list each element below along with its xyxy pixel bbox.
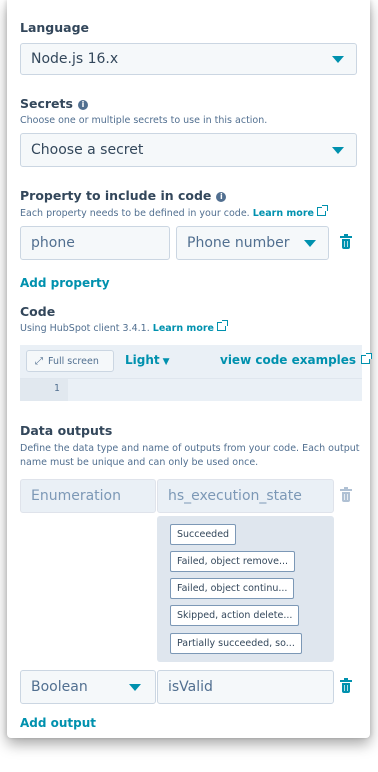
- language-select[interactable]: Node.js 16.x: [20, 43, 357, 75]
- info-icon[interactable]: i: [216, 192, 227, 202]
- output-name-value: hs_execution_state: [168, 488, 302, 504]
- output-name-input[interactable]: isValid: [157, 670, 334, 704]
- expand-icon: ⤢: [35, 355, 43, 367]
- chevron-down-icon: [304, 240, 316, 247]
- property-key-value: phone: [31, 235, 75, 251]
- secrets-help: Choose one or multiple secrets to use in…: [20, 115, 268, 126]
- external-link-icon: [216, 320, 228, 331]
- property-select-value: Phone number: [187, 235, 290, 251]
- code-label: Code: [20, 304, 56, 319]
- property-select[interactable]: Phone number: [176, 226, 329, 260]
- data-outputs-help: Define the data type and name of outputs…: [20, 442, 365, 470]
- view-code-examples-label: view code examples: [220, 353, 357, 367]
- view-code-examples-link[interactable]: view code examples: [220, 353, 373, 367]
- code-help: Using HubSpot client 3.4.1.: [20, 323, 150, 334]
- custom-code-action-panel: Language Node.js 16.x Secrets i Choose on…: [7, 0, 373, 738]
- secrets-label-row: Secrets i: [20, 96, 88, 111]
- external-link-icon: [316, 205, 328, 216]
- output-type-value: Boolean: [31, 679, 88, 695]
- code-help-row: Using HubSpot client 3.4.1. Learn more: [20, 320, 228, 334]
- theme-label: Light: [125, 353, 160, 367]
- external-link-icon: [361, 353, 373, 364]
- enum-option[interactable]: Skipped, action delete...: [170, 605, 300, 626]
- property-label: Property to include in code: [20, 188, 212, 203]
- enum-option[interactable]: Partially succeeded, so...: [170, 633, 302, 654]
- output-type-select[interactable]: Boolean: [20, 670, 156, 704]
- chevron-down-icon: [332, 147, 344, 154]
- fullscreen-button[interactable]: ⤢ Full screen: [26, 350, 114, 372]
- secrets-label: Secrets: [20, 96, 73, 111]
- line-number: 1: [54, 383, 60, 394]
- fullscreen-label: Full screen: [48, 355, 99, 367]
- caret-down-icon: ▼: [162, 357, 170, 367]
- data-outputs-label: Data outputs: [20, 423, 113, 438]
- secrets-select[interactable]: Choose a secret: [20, 133, 357, 167]
- property-help-row: Each property needs to be defined in you…: [20, 205, 328, 219]
- line-gutter: [20, 379, 68, 401]
- language-value: Node.js 16.x: [31, 51, 119, 67]
- property-learn-more-link[interactable]: Learn more: [253, 205, 328, 219]
- enum-option[interactable]: Failed, object continu...: [170, 578, 295, 599]
- output-name-value: isValid: [168, 679, 213, 695]
- chevron-down-icon: [129, 684, 141, 691]
- enum-option[interactable]: Failed, object remove...: [170, 551, 296, 572]
- property-help: Each property needs to be defined in you…: [20, 208, 250, 219]
- enum-option[interactable]: Succeeded: [170, 524, 237, 545]
- output-name-input[interactable]: hs_execution_state: [157, 479, 334, 513]
- output-type-value: Enumeration: [31, 488, 121, 504]
- delete-output-trash-icon[interactable]: [340, 678, 352, 693]
- data-outputs-help-line1: Define the data type and name of outputs…: [20, 443, 360, 454]
- info-icon[interactable]: i: [77, 100, 88, 110]
- data-outputs-help-line2: name must be unique and can only be used…: [20, 457, 259, 468]
- code-editor: ⤢ Full screen Light ▼ view code examples 1: [20, 345, 373, 401]
- property-key-input[interactable]: phone: [20, 226, 170, 260]
- language-label: Language: [20, 20, 90, 35]
- output-type-select[interactable]: Enumeration: [20, 479, 156, 513]
- add-property-link[interactable]: Add property: [20, 276, 110, 290]
- delete-output-trash-icon[interactable]: [340, 487, 352, 502]
- add-output-link[interactable]: Add output: [20, 716, 96, 730]
- code-learn-more-link[interactable]: Learn more: [153, 320, 228, 334]
- secrets-placeholder: Choose a secret: [31, 142, 144, 158]
- property-label-row: Property to include in code i: [20, 188, 227, 203]
- chevron-down-icon: [332, 56, 344, 63]
- theme-dropdown[interactable]: Light ▼: [125, 353, 170, 367]
- delete-property-trash-icon[interactable]: [340, 234, 352, 249]
